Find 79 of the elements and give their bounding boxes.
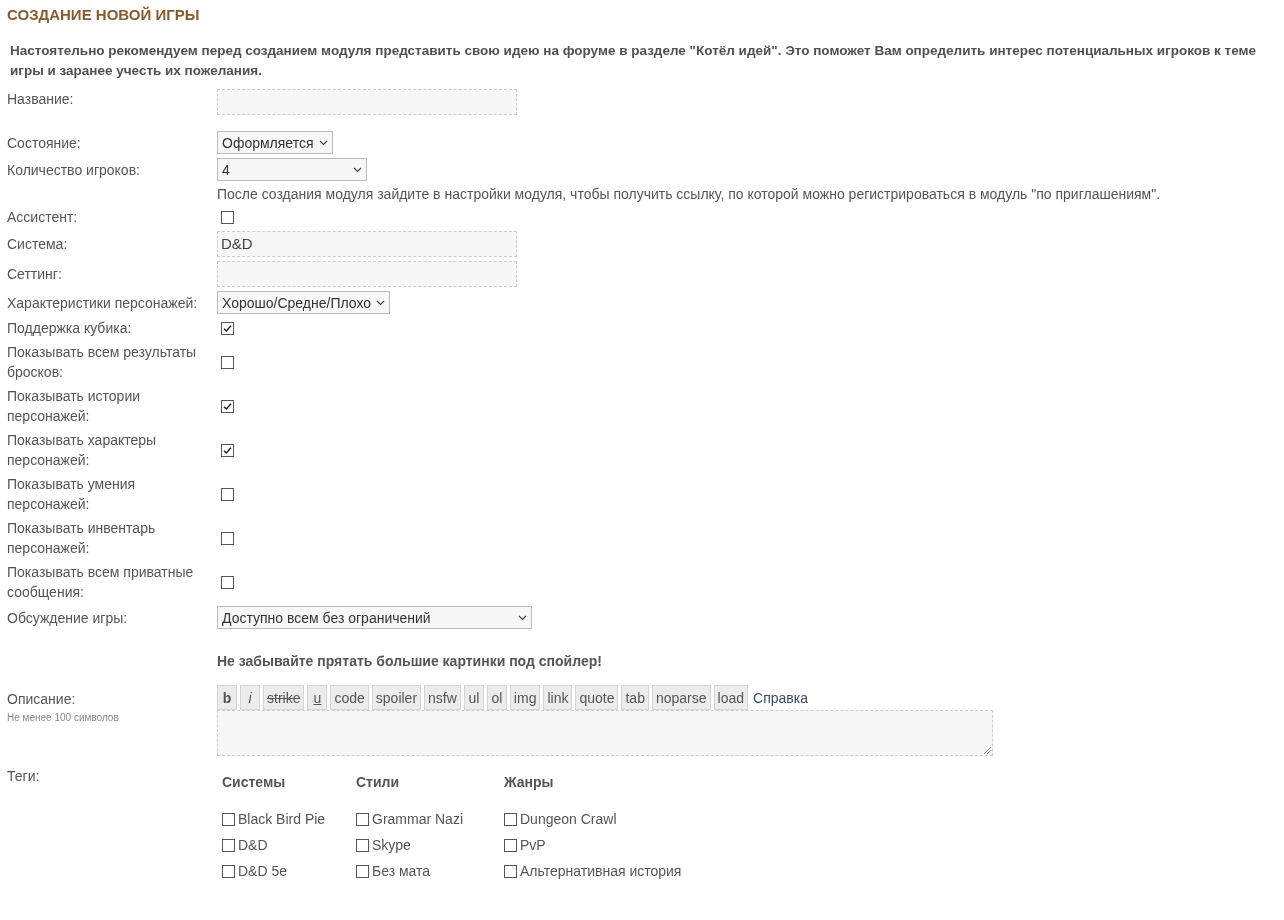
field-label: Сеттинг: <box>7 265 63 284</box>
chevron-down-icon <box>353 166 362 173</box>
tag-label: Dungeon Crawl <box>520 811 617 827</box>
format-button[interactable]: img <box>509 685 541 710</box>
tag-label: Black Bird Pie <box>238 811 326 827</box>
format-button[interactable]: link <box>543 685 573 710</box>
checkbox[interactable] <box>221 399 234 413</box>
checkbox[interactable] <box>221 575 234 589</box>
column-header: Жанры <box>504 773 555 792</box>
field-label: Описание: <box>7 690 77 709</box>
checkbox[interactable] <box>504 864 517 878</box>
checkbox[interactable] <box>356 838 369 852</box>
format-button[interactable]: b <box>217 685 237 710</box>
field-label: Показывать всем результаты бросков: <box>7 343 198 382</box>
column-header: Системы <box>222 773 287 792</box>
field-label: Характеристики персонажей: <box>7 293 199 313</box>
hint-text: Не менее 100 символов <box>7 711 120 725</box>
checkbox[interactable] <box>356 812 369 826</box>
chevron-down-icon <box>376 299 386 306</box>
dropdown[interactable]: Хорошо/Средне/Плохо <box>217 291 391 314</box>
field-label: Система: <box>7 235 69 254</box>
field-label: Поддержка кубика: <box>7 319 133 338</box>
checkbox[interactable] <box>221 210 234 224</box>
tag-label: Без мата <box>372 863 431 879</box>
hint-text: После создания модуля зайдите в настройки модуля, чтобы получить ссылку, по которой можно регистрироваться в модуль "по приглашениям". <box>217 186 1161 202</box>
format-button[interactable]: ol <box>486 685 507 710</box>
tag-label: Skype <box>372 837 411 853</box>
checkbox[interactable] <box>504 838 517 852</box>
field-label: Название: <box>7 90 75 109</box>
column-header: Стили <box>356 773 401 792</box>
tag-label: D&D <box>238 837 268 853</box>
page-title: СОЗДАНИЕ НОВОЙ ИГРЫ <box>7 5 201 25</box>
dropdown[interactable]: 4 <box>217 158 367 181</box>
format-button[interactable]: strike <box>263 685 305 710</box>
intro-text: Настоятельно рекомендуем перед созданием модуля представить свою идею на форуме в разделе "Котёл идей". Это поможет Вам определить интерес потенциальных игроков к теме игры и заранее учесть их пожелания. <box>10 42 1258 80</box>
field-label: Состояние: <box>7 133 82 153</box>
chevron-down-icon <box>518 614 527 621</box>
notice-text: Не забывайте прятать большие картинки под спойлер! <box>217 653 602 669</box>
format-button[interactable]: code <box>330 685 369 710</box>
checkbox[interactable] <box>356 864 369 878</box>
field-label: Показывать истории персонажей: <box>7 387 142 426</box>
checkbox[interactable] <box>221 321 234 335</box>
dropdown[interactable]: Доступно всем без ограничений <box>217 606 532 629</box>
format-button[interactable]: nsfw <box>424 685 461 710</box>
checkbox[interactable] <box>221 487 234 501</box>
checkbox[interactable] <box>504 812 517 826</box>
help-link[interactable]: Справка <box>753 689 808 706</box>
input-field[interactable]: D&D <box>217 231 517 257</box>
format-button[interactable]: ul <box>463 685 484 710</box>
checkbox[interactable] <box>222 838 235 852</box>
format-button[interactable]: tab <box>621 685 649 710</box>
input-field[interactable] <box>217 89 517 115</box>
chevron-down-icon <box>318 139 328 146</box>
format-button[interactable]: i <box>240 685 260 710</box>
tag-label: Grammar Nazi <box>372 811 463 827</box>
tag-label: Альтернативная история <box>520 863 682 879</box>
field-label: Обсуждение игры: <box>7 608 129 628</box>
format-button[interactable]: u <box>307 685 328 710</box>
format-button[interactable]: spoiler <box>371 685 422 710</box>
format-button[interactable]: noparse <box>651 685 711 710</box>
field-label: Показывать характеры персонажей: <box>7 431 158 470</box>
format-button[interactable]: load <box>713 685 748 710</box>
field-label: Ассистент: <box>7 208 79 227</box>
field-label: Показывать умения персонажей: <box>7 475 137 514</box>
field-label: Показывать всем приватные сообщения: <box>7 563 195 602</box>
checkbox[interactable] <box>222 812 235 826</box>
resize-grip-icon <box>983 746 991 754</box>
dropdown[interactable]: Оформляется <box>217 131 333 154</box>
tag-label: PvP <box>520 837 546 853</box>
checkbox[interactable] <box>221 355 234 369</box>
checkbox[interactable] <box>222 864 235 878</box>
input-field[interactable] <box>217 261 517 287</box>
checkbox[interactable] <box>221 443 234 457</box>
checkbox[interactable] <box>221 531 234 545</box>
field-label: Показывать инвентарь персонажей: <box>7 519 157 558</box>
tag-label: D&D 5e <box>238 863 288 879</box>
field-label: Теги: <box>7 767 41 786</box>
field-label: Количество игроков: <box>7 160 141 180</box>
format-button[interactable]: quote <box>575 685 619 710</box>
